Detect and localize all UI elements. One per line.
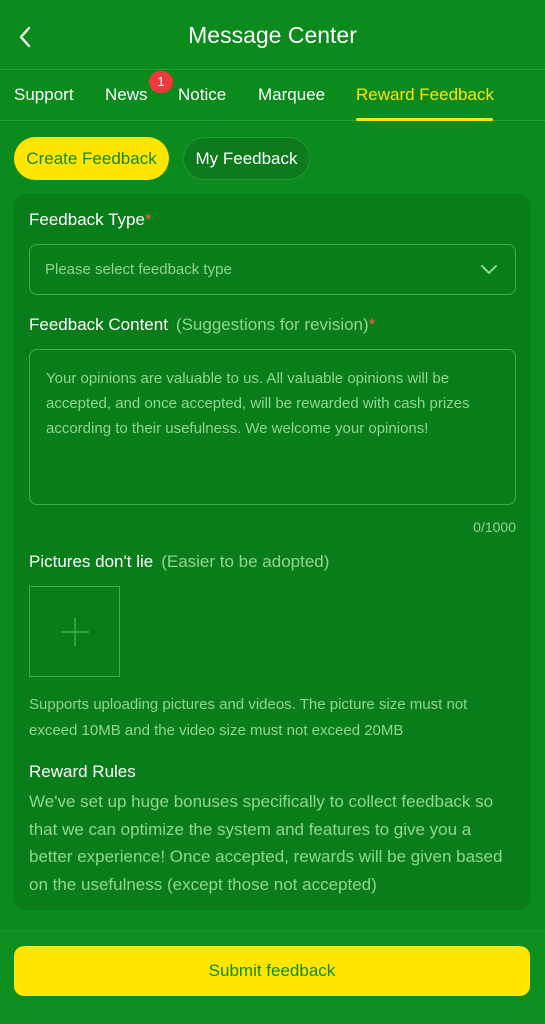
feedback-type-placeholder: Please select feedback type [45, 261, 232, 278]
plus-icon [60, 617, 89, 646]
create-feedback-button[interactable]: Create Feedback [14, 137, 169, 180]
app-header: Message Center [0, 0, 545, 70]
feedback-content-textarea[interactable]: Your opinions are valuable to us. All va… [29, 349, 516, 505]
tab-reward-feedback[interactable]: Reward Feedback [356, 85, 494, 105]
pictures-label-text: Pictures don't lie [29, 552, 154, 571]
tab-marquee[interactable]: Marquee [258, 85, 325, 105]
pictures-label: Pictures don't lie (Easier to be adopted) [29, 552, 329, 572]
required-mark: * [368, 315, 376, 334]
page-title: Message Center [188, 22, 357, 48]
active-tab-indicator [356, 118, 493, 121]
required-mark: * [144, 210, 152, 229]
tab-support[interactable]: Support [14, 85, 74, 105]
feedback-type-label: Feedback Type* [29, 210, 152, 230]
feedback-content-label: Feedback Content (Suggestions for revisio… [29, 315, 375, 335]
upload-note: Supports uploading pictures and videos. … [29, 696, 468, 739]
pictures-hint: (Easier to be adopted) [161, 552, 330, 571]
character-counter: 0/1000 [473, 519, 516, 535]
submit-feedback-button[interactable]: Submit feedback [14, 946, 530, 996]
my-feedback-button[interactable]: My Feedback [183, 137, 310, 180]
feedback-content-label-text: Feedback Content [29, 315, 168, 334]
news-unread-badge: 1 [149, 71, 173, 93]
feedback-form-card: Feedback Type* Please select feedback ty… [14, 194, 530, 910]
chevron-down-icon [479, 260, 499, 280]
reward-rules-title: Reward Rules [29, 762, 136, 781]
reward-rules-text: We've set up huge bonuses specifically t… [29, 792, 503, 894]
tab-news[interactable]: News [105, 85, 148, 105]
feedback-type-select[interactable]: Please select feedback type [29, 244, 516, 295]
feedback-type-label-text: Feedback Type [29, 210, 145, 229]
tab-bar: Support News Notice Marquee Reward Feedb… [0, 70, 545, 121]
tab-notice[interactable]: Notice [178, 85, 226, 105]
upload-picture-button[interactable] [29, 586, 120, 677]
feedback-content-hint: (Suggestions for revision) [175, 315, 369, 334]
